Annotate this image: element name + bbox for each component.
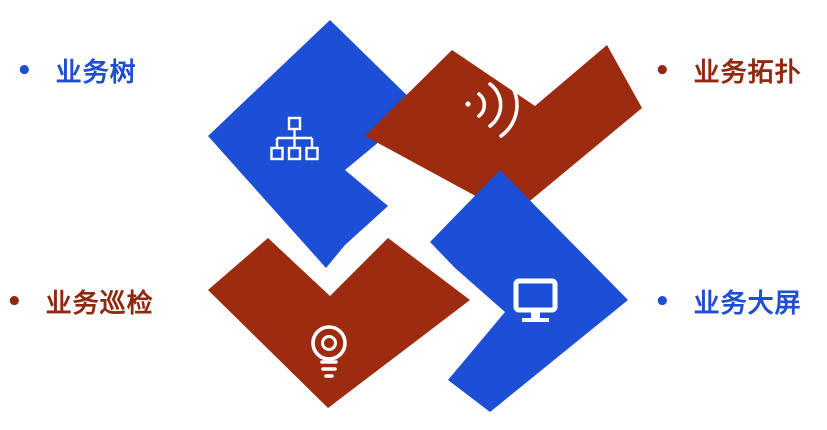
- blue-tile-bottom-right: [430, 170, 628, 412]
- label-business-topology: • 业务拓扑: [654, 52, 802, 89]
- diagram-canvas: • 业务树 • 业务拓扑 • 业务巡检 • 业务大屏: [0, 0, 827, 430]
- label-text-topology: 业务拓扑: [693, 58, 802, 88]
- bullet-dot: •: [654, 286, 672, 317]
- label-text-patrol: 业务巡检: [45, 289, 154, 319]
- label-business-patrol: • 业务巡检: [6, 283, 154, 320]
- label-business-tree: • 业务树: [16, 52, 137, 89]
- bullet-dot: •: [6, 286, 24, 317]
- bullet-dot: •: [16, 55, 34, 86]
- bullet-dot: •: [654, 55, 672, 86]
- red-tile-bottom-left: [208, 238, 470, 408]
- label-text-tree: 业务树: [55, 58, 137, 88]
- label-business-screen: • 业务大屏: [654, 283, 802, 320]
- label-text-screen: 业务大屏: [693, 289, 802, 319]
